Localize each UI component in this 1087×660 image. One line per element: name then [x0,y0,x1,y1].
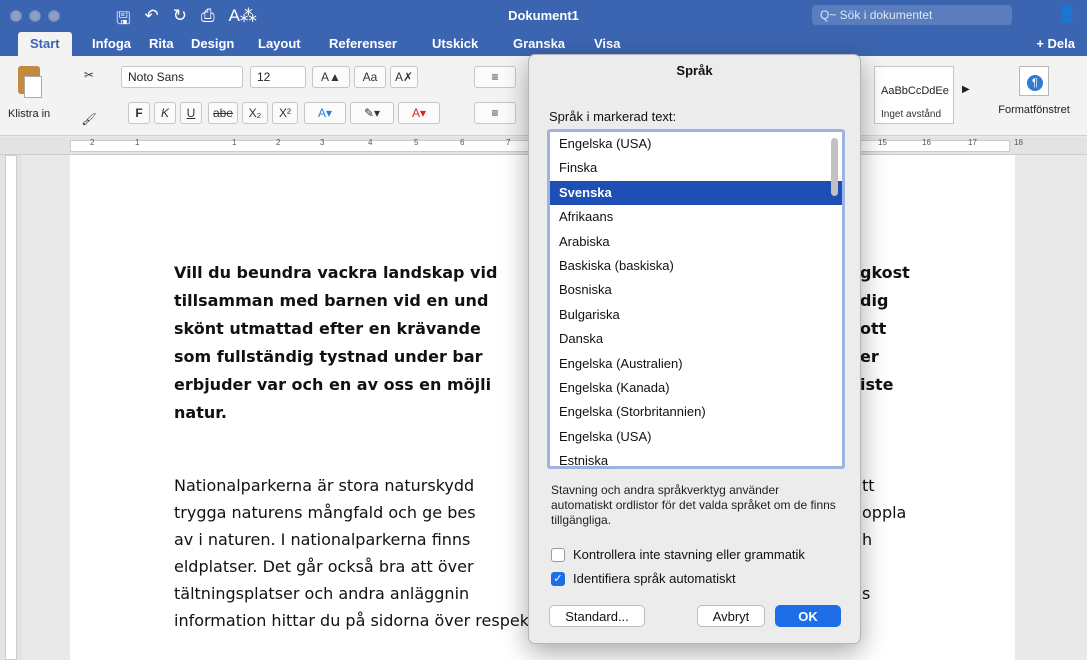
paste-button-label[interactable]: Klistra in [8,108,50,120]
tab-rita[interactable]: Rita [149,36,174,51]
tab-start[interactable]: Start [18,32,72,56]
checkmark-icon[interactable]: ✓ [551,571,565,586]
language-option[interactable]: Engelska (USA) [550,425,842,449]
checkbox-label: Kontrollera inte stavning eller grammati… [573,547,805,562]
text-fragment: gkost [860,263,910,282]
language-option[interactable]: Afrikaans [550,205,842,229]
style-preview: AaBbCcDdEe [881,85,949,97]
tab-layout[interactable]: Layout [258,36,301,51]
vertical-ruler[interactable] [0,155,22,660]
language-option[interactable]: Engelska (Storbritannien) [550,400,842,424]
subscript-button[interactable]: X₂ [242,102,268,124]
text-fragment: ott [860,319,887,338]
cut-icon[interactable]: ✂ [78,64,100,86]
ribbon-tabs: Start Infoga Rita Design Layout Referens… [0,32,1087,56]
tab-infoga[interactable]: Infoga [92,36,131,51]
grow-font-icon[interactable]: A▲ [312,66,350,88]
no-spellcheck-checkbox[interactable]: Kontrollera inte stavning eller grammati… [551,547,805,562]
language-option[interactable]: Bulgariska [550,303,842,327]
share-button[interactable]: + Dela [1036,36,1075,51]
dialog-title: Språk [676,63,713,78]
format-pane-button[interactable]: ¶ Formatfönstret [986,66,1082,116]
font-name-field[interactable]: Noto Sans [121,66,243,88]
highlight-icon[interactable]: ✎▾ [350,102,394,124]
ok-button[interactable]: OK [775,605,841,627]
language-option[interactable]: Engelska (Australien) [550,352,842,376]
profile-icon[interactable]: 👤 [1057,4,1077,24]
language-option[interactable]: Engelska (Kanada) [550,376,842,400]
text-fragment: tt [862,476,875,495]
text-fragment: s [862,584,871,603]
tab-visa[interactable]: Visa [594,36,621,51]
cancel-button[interactable]: Avbryt [697,605,765,627]
list-scrollbar[interactable] [831,138,838,196]
tab-utskick[interactable]: Utskick [432,36,478,51]
text-fragment: h [862,530,873,549]
text-fragment: dig [860,291,889,310]
bold-button[interactable]: F [128,102,150,124]
paste-icon[interactable] [14,64,50,104]
language-option[interactable]: Bosniska [550,278,842,302]
superscript-button[interactable]: X² [272,102,298,124]
text-fragment: oppla [862,503,907,522]
change-case-icon[interactable]: Aa [354,66,386,88]
language-option[interactable]: Finska [550,156,842,180]
bold-paragraph-right: gkost dig ott er iste [860,259,920,399]
font-color-icon[interactable]: A▾ [398,102,440,124]
style-label: Inget avstånd [881,109,942,120]
tab-referenser[interactable]: Referenser [329,36,397,51]
language-list[interactable]: Engelska (USA) Finska Svenska Afrikaans Arab… [547,129,845,469]
styles-more-icon[interactable]: ▶ [962,84,970,95]
format-painter-icon[interactable]: 🖌 [78,108,100,130]
detect-language-checkbox[interactable]: ✓ Identifiera språk automatiskt [551,571,736,586]
search-input[interactable]: Q~ Sök i dokumentet [812,5,1012,25]
language-option[interactable]: Svenska [550,180,842,206]
strikethrough-button[interactable]: abe [208,102,238,124]
underline-button[interactable]: U [180,102,202,124]
default-button[interactable]: Standard... [549,605,645,627]
italic-button[interactable]: K [154,102,176,124]
format-pane-label: Formatfönstret [998,104,1070,116]
tab-design[interactable]: Design [191,36,234,51]
language-option[interactable]: Baskiska (baskiska) [550,254,842,278]
bullets-icon[interactable]: ≡ [474,66,516,88]
font-size-field[interactable]: 12 [250,66,306,88]
text-fragment: iste [860,375,894,394]
checkbox-label: Identifiera språk automatiskt [573,571,736,586]
word-window: 🖫 ↶ ↻ ⎙ A⁂ Dokument1 Q~ Sök i dokumentet… [0,0,1087,660]
language-dialog: Språk Språk i markerad text: Engelska (U… [528,54,861,644]
language-option[interactable]: Estniska [550,449,842,466]
info-text: Stavning och andra språkverktyg använder… [551,483,836,527]
clear-format-icon[interactable]: A✗ [390,66,418,88]
title-bar: 🖫 ↶ ↻ ⎙ A⁂ Dokument1 Q~ Sök i dokumentet… [0,0,1087,32]
language-option[interactable]: Arabiska [550,230,842,254]
style-no-spacing[interactable]: AaBbCcDdEe Inget avstånd [874,66,954,124]
align-left-icon[interactable]: ≡ [474,102,516,124]
language-option[interactable]: Danska [550,327,842,351]
tab-granska[interactable]: Granska [513,36,565,51]
text-effects-icon[interactable]: A▾ [304,102,346,124]
text-fragment: er [860,347,879,366]
normal-paragraph-right: tt oppla h - s [862,472,922,607]
format-pane-icon: ¶ [1019,66,1049,96]
language-list-label: Språk i markerad text: [549,109,677,124]
language-option[interactable]: Engelska (USA) [550,132,842,156]
checkbox-box[interactable] [551,547,565,562]
